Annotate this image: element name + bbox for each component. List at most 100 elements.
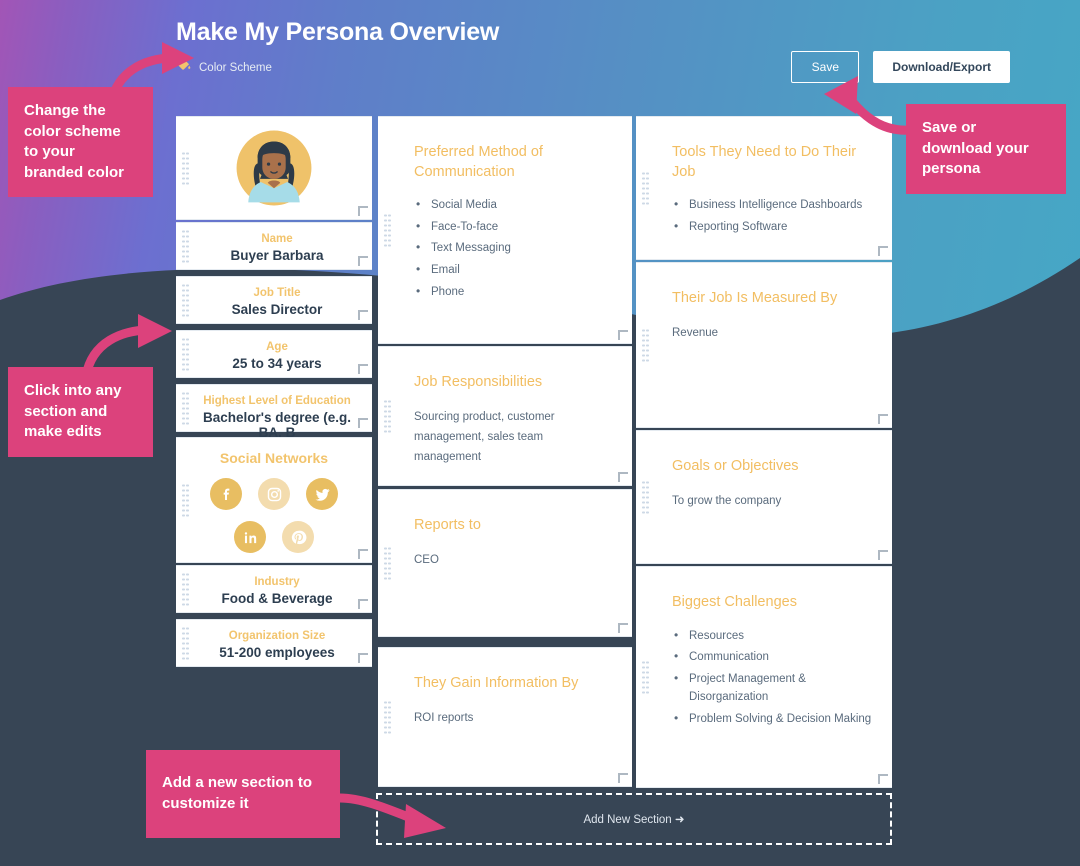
- section-text[interactable]: Sourcing product, customer management, s…: [414, 407, 612, 467]
- persona-field: Age 25 to 34 years: [176, 331, 372, 381]
- list-item[interactable]: Face-To-face: [416, 217, 612, 237]
- drag-handle-icon[interactable]: [182, 572, 189, 606]
- persona-section: Preferred Method of Communication Social …: [378, 117, 632, 314]
- persona-section-card[interactable]: Their Job Is Measured By Revenue: [636, 262, 892, 428]
- resize-handle-icon[interactable]: [358, 653, 368, 663]
- section-text[interactable]: CEO: [414, 550, 612, 570]
- persona-section-card[interactable]: Job Responsibilities Sourcing product, cu…: [378, 346, 632, 486]
- list-item[interactable]: Email: [416, 260, 612, 280]
- section-title: Tools They Need to Do Their Job: [672, 144, 857, 180]
- drag-handle-icon[interactable]: [642, 328, 649, 362]
- persona-field-card[interactable]: Name Buyer Barbara: [176, 222, 372, 270]
- field-value[interactable]: Sales Director: [198, 302, 356, 317]
- drag-handle-icon[interactable]: [182, 229, 189, 263]
- persona-field: Industry Food & Beverage: [176, 566, 372, 616]
- avatar: [176, 117, 372, 219]
- list-item[interactable]: Text Messaging: [416, 238, 612, 258]
- section-title: Their Job Is Measured By: [672, 290, 838, 306]
- list-item[interactable]: Phone: [416, 282, 612, 302]
- field-label: Age: [266, 341, 288, 353]
- drag-handle-icon[interactable]: [182, 151, 189, 185]
- resize-handle-icon[interactable]: [618, 472, 628, 482]
- anno-color-scheme: Change the color scheme to your branded …: [8, 87, 153, 198]
- resize-handle-icon[interactable]: [358, 549, 368, 559]
- field-value[interactable]: Buyer Barbara: [198, 248, 356, 263]
- drag-handle-icon[interactable]: [182, 391, 189, 425]
- section-list: Business Intelligence DashboardsReportin…: [672, 195, 872, 237]
- social-networks-card[interactable]: Social Networks: [176, 437, 372, 563]
- resize-handle-icon[interactable]: [358, 310, 368, 320]
- section-text[interactable]: Revenue: [672, 323, 872, 343]
- persona-section-card[interactable]: Reports to CEO: [378, 489, 632, 637]
- resize-handle-icon[interactable]: [358, 364, 368, 374]
- field-label: Highest Level of Education: [203, 395, 351, 407]
- list-item[interactable]: Resources: [674, 626, 872, 646]
- field-label: Organization Size: [228, 630, 326, 642]
- avatar-card[interactable]: [176, 116, 372, 220]
- anno-click-section: Click into any section and make edits: [8, 367, 153, 457]
- twitter-icon[interactable]: [306, 478, 338, 510]
- section-text[interactable]: ROI reports: [414, 708, 612, 728]
- persona-section: They Gain Information By ROI reports: [378, 648, 632, 738]
- drag-handle-icon[interactable]: [384, 700, 391, 734]
- annotation-arrow-add-section: [335, 793, 446, 838]
- anno-add-section: Add a new section to customize it: [146, 750, 340, 838]
- resize-handle-icon[interactable]: [358, 206, 368, 216]
- section-title: Preferred Method of Communication: [414, 144, 543, 180]
- pinterest-icon[interactable]: [282, 521, 314, 553]
- instagram-icon[interactable]: [258, 478, 290, 510]
- field-value[interactable]: Bachelor's degree (e.g. BA, B: [198, 410, 356, 440]
- persona-field-card[interactable]: Highest Level of Education Bachelor's deg…: [176, 384, 372, 440]
- resize-handle-icon[interactable]: [878, 550, 888, 560]
- section-title: Job Responsibilities: [414, 374, 543, 390]
- drag-handle-icon[interactable]: [384, 213, 391, 247]
- drag-handle-icon[interactable]: [642, 171, 649, 205]
- resize-handle-icon[interactable]: [618, 623, 628, 633]
- resize-handle-icon[interactable]: [878, 246, 888, 256]
- persona-section-card[interactable]: They Gain Information By ROI reports: [378, 647, 632, 787]
- resize-handle-icon[interactable]: [618, 330, 628, 340]
- drag-handle-icon[interactable]: [642, 660, 649, 694]
- resize-handle-icon[interactable]: [358, 599, 368, 609]
- field-label: Name: [261, 233, 293, 245]
- field-value[interactable]: 51-200 employees: [198, 645, 356, 660]
- list-item[interactable]: Social Media: [416, 195, 612, 215]
- social-icon-row: [176, 478, 372, 510]
- social-icon-row: [176, 521, 372, 553]
- field-value[interactable]: Food & Beverage: [198, 591, 356, 606]
- persona-field: Organization Size 51-200 employees: [176, 620, 372, 670]
- list-item[interactable]: Communication: [674, 647, 872, 667]
- drag-handle-icon[interactable]: [384, 546, 391, 580]
- linkedin-icon[interactable]: [234, 521, 266, 553]
- list-item[interactable]: Problem Solving & Decision Making: [674, 709, 872, 729]
- resize-handle-icon[interactable]: [618, 773, 628, 783]
- drag-handle-icon[interactable]: [642, 480, 649, 514]
- persona-section-card[interactable]: Biggest Challenges ResourcesCommunication…: [636, 566, 892, 788]
- field-label: Industry: [254, 576, 300, 588]
- resize-handle-icon[interactable]: [358, 256, 368, 266]
- annotation-arrow-save-download: [824, 76, 915, 135]
- persona-section: Their Job Is Measured By Revenue: [636, 263, 892, 353]
- drag-handle-icon[interactable]: [182, 483, 189, 517]
- resize-handle-icon[interactable]: [878, 774, 888, 784]
- social-icon-rows: [176, 478, 372, 553]
- field-value[interactable]: 25 to 34 years: [198, 356, 356, 371]
- section-title: Goals or Objectives: [672, 458, 799, 474]
- list-item[interactable]: Project Management & Disorganization: [674, 669, 872, 707]
- persona-field-card[interactable]: Age 25 to 34 years: [176, 330, 372, 378]
- resize-handle-icon[interactable]: [878, 414, 888, 424]
- persona-field-card[interactable]: Organization Size 51-200 employees: [176, 619, 372, 667]
- persona-section-card[interactable]: Goals or Objectives To grow the company: [636, 430, 892, 564]
- anno-save-download: Save or download your persona: [906, 104, 1066, 194]
- list-item[interactable]: Reporting Software: [674, 217, 872, 237]
- section-text[interactable]: To grow the company: [672, 491, 872, 511]
- persona-field-card[interactable]: Job Title Sales Director: [176, 276, 372, 324]
- drag-handle-icon[interactable]: [182, 626, 189, 660]
- drag-handle-icon[interactable]: [384, 399, 391, 433]
- resize-handle-icon[interactable]: [358, 418, 368, 428]
- facebook-icon[interactable]: [210, 478, 242, 510]
- field-label: Job Title: [253, 287, 301, 299]
- list-item[interactable]: Business Intelligence Dashboards: [674, 195, 872, 215]
- persona-section-card[interactable]: Preferred Method of Communication Social …: [378, 116, 632, 344]
- persona-field-card[interactable]: Industry Food & Beverage: [176, 565, 372, 613]
